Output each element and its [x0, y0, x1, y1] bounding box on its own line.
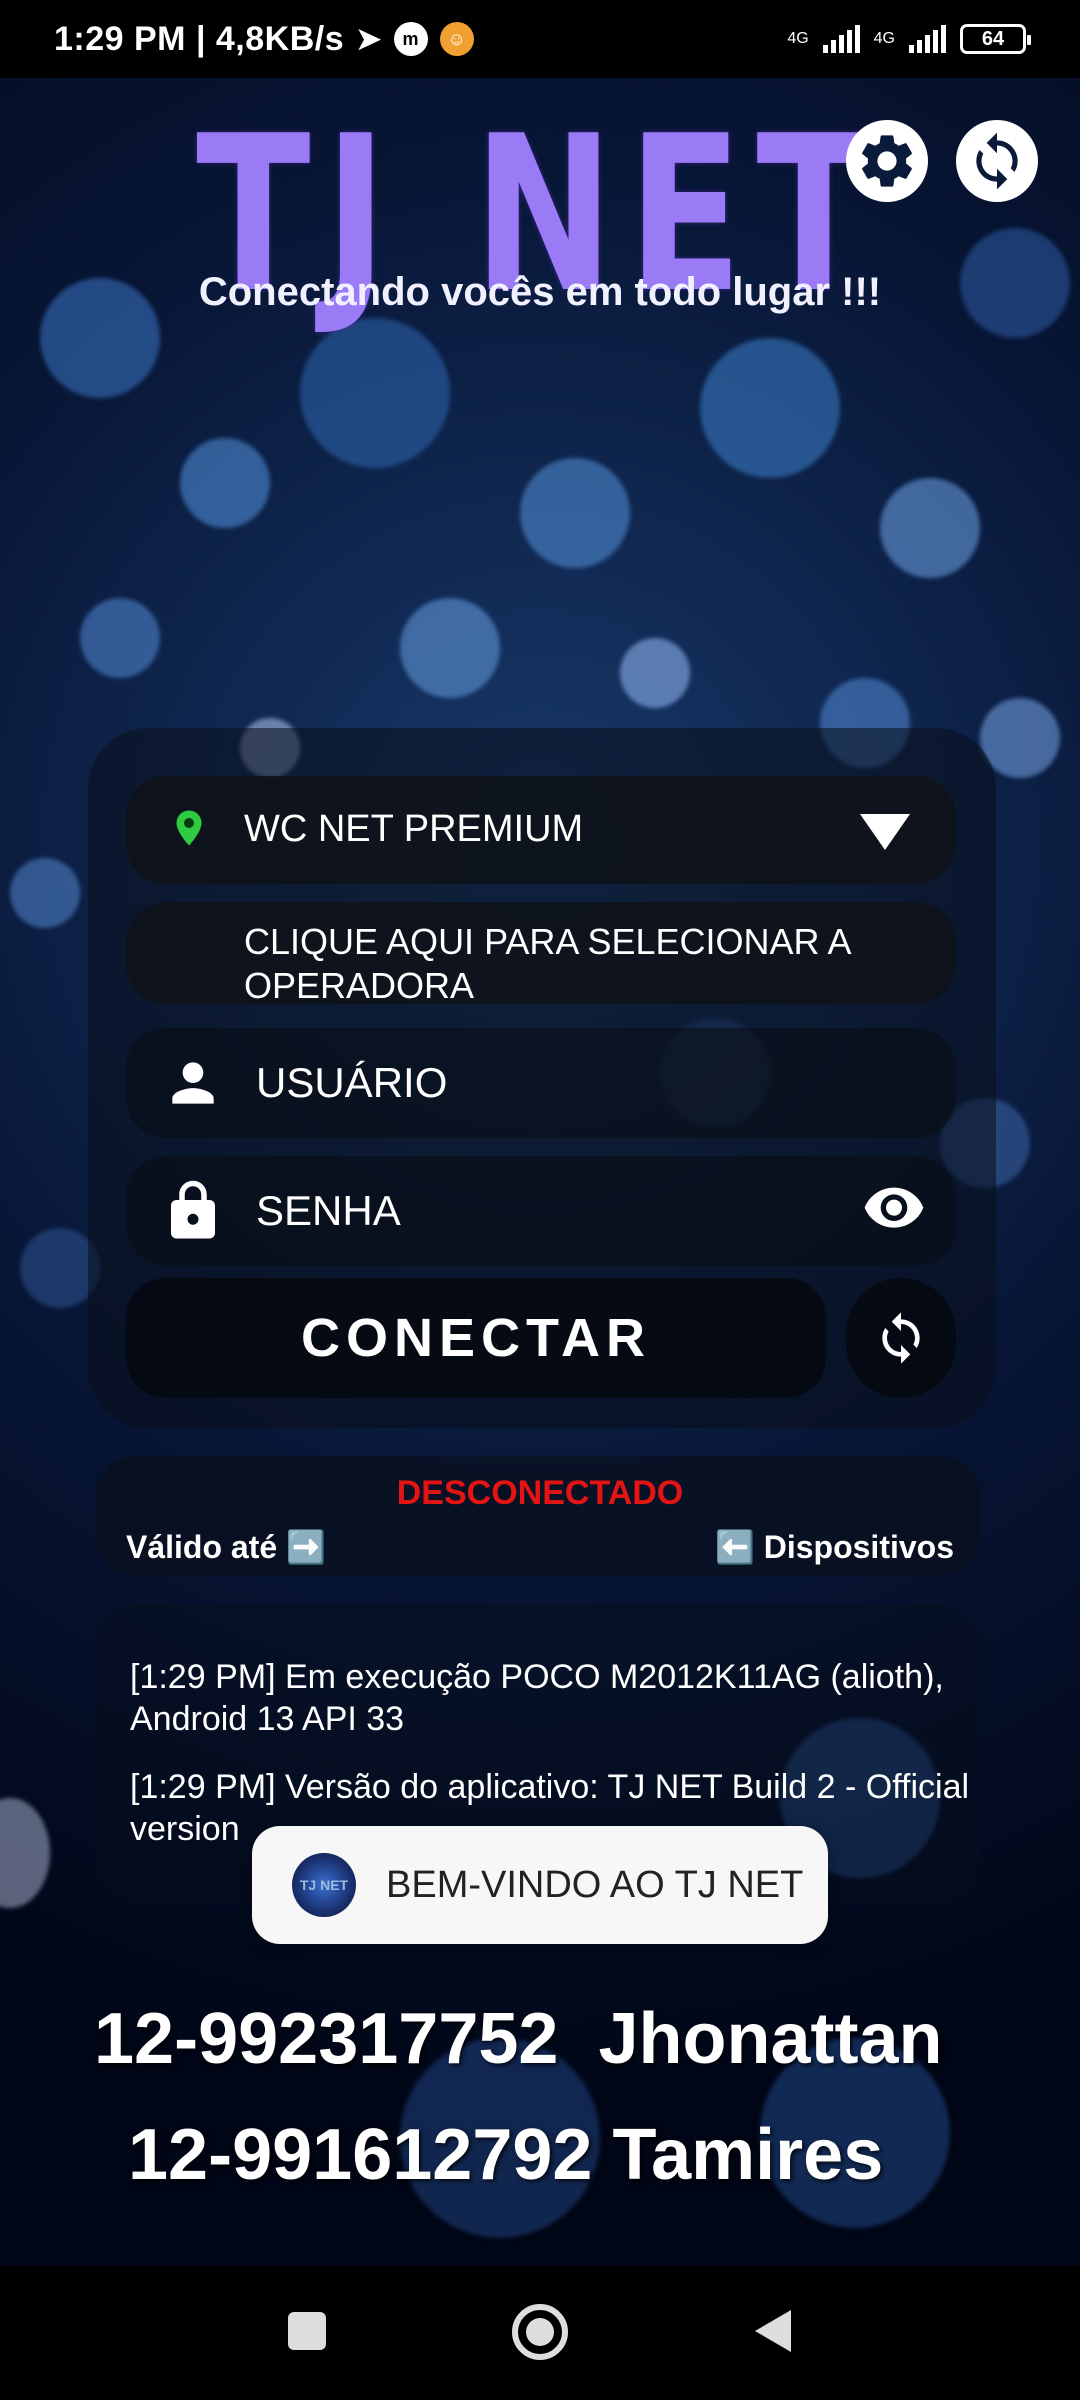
server-name: WC NET PREMIUM: [244, 808, 584, 850]
battery-icon: 64: [960, 24, 1031, 54]
operator-label: CLIQUE AQUI PARA SELECIONAR A OPERADORA: [244, 921, 850, 1004]
devices-label: ⬅️ Dispositivos: [715, 1529, 954, 1565]
back-button[interactable]: [736, 2294, 810, 2368]
password-input[interactable]: [256, 1180, 816, 1242]
welcome-toast: TJ NET BEM-VINDO AO TJ NET: [252, 1826, 828, 1944]
status-bar: 1:29 PM | 4,8KB/s ➤ m ☺ 4G 4G 64: [0, 0, 1080, 78]
chevron-down-icon[interactable]: [858, 812, 912, 852]
network-type-1: 4G: [787, 30, 809, 47]
sync-icon: [976, 132, 1018, 190]
battery-level: 64: [981, 27, 1005, 50]
back-triangle-icon: [755, 2310, 791, 2352]
contact-line: 12-992317752 Jhonattan: [94, 1999, 943, 2079]
network-type-2: 4G: [873, 30, 895, 47]
square-icon: [288, 2312, 326, 2350]
navigation-bar: [0, 2266, 1080, 2400]
sync-icon-small: [882, 1312, 920, 1364]
signal-icon: [822, 25, 860, 53]
time-and-speed: 1:29 PM | 4,8KB/s: [54, 19, 345, 58]
person-icon: [172, 1062, 214, 1104]
recents-button[interactable]: [270, 2294, 344, 2368]
connect-button[interactable]: CONECTAR: [126, 1278, 826, 1398]
connection-status: DESCONECTADO: [396, 1474, 684, 1512]
lock-icon: [171, 1180, 215, 1239]
app-subtitle: Conectando vocês em todo lugar !!!: [198, 270, 882, 314]
toast-text: BEM-VINDO AO TJ NET: [386, 1863, 804, 1906]
signal-icon-2: [909, 25, 946, 53]
telegram-icon: ➤: [356, 22, 382, 56]
valid-until-label: Válido até ➡️: [126, 1529, 326, 1565]
contact-line: 12-991612792 Tamires: [128, 2115, 884, 2195]
app-notification-icon-2: ☺: [439, 22, 474, 56]
log-entry: [1:29 PM] Em execução POCO M2012K11AG (a…: [130, 1658, 944, 1738]
operator-selector[interactable]: CLIQUE AQUI PARA SELECIONAR A OPERADORA: [126, 902, 956, 1004]
home-button[interactable]: [500, 2292, 580, 2372]
status-left: 1:29 PM | 4,8KB/s ➤ m ☺: [54, 20, 474, 59]
refresh-button[interactable]: [956, 120, 1038, 202]
gear-icon: [862, 135, 912, 187]
toast-logo: TJ NET: [292, 1853, 356, 1917]
location-pin-icon: [176, 810, 202, 846]
eye-icon[interactable]: [862, 1186, 926, 1232]
connect-label: CONECTAR: [301, 1308, 651, 1368]
circle-icon: [512, 2304, 568, 2360]
status-right: 4G 4G 64: [787, 24, 1031, 54]
username-input[interactable]: [256, 1052, 896, 1114]
reconnect-button[interactable]: [846, 1278, 956, 1398]
settings-button[interactable]: [846, 120, 928, 202]
app-notification-icon: m: [393, 22, 428, 56]
